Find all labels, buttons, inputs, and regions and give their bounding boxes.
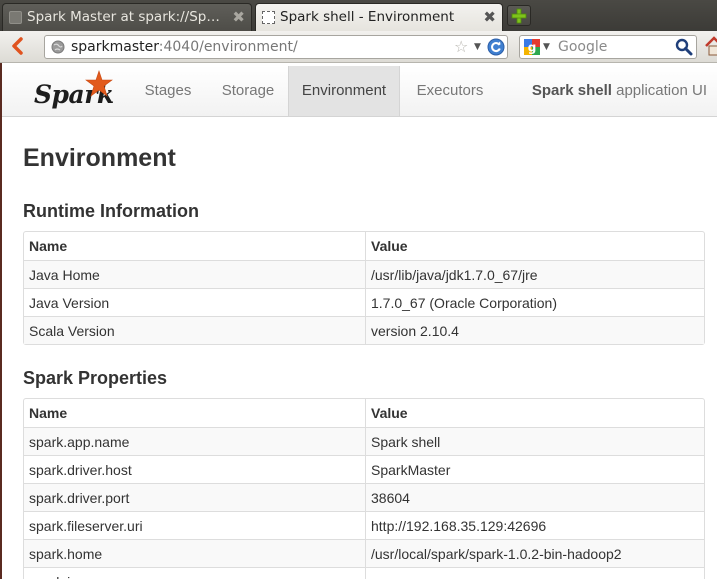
table-row: spark.home/usr/local/spark/spark-1.0.2-b… bbox=[24, 539, 704, 567]
url-host: sparkmaster bbox=[71, 39, 159, 55]
table-row: spark.fileserver.uri http://192.168.35.12… bbox=[24, 511, 704, 539]
cell-name: spark.driver.host bbox=[24, 455, 365, 483]
new-tab-button[interactable] bbox=[507, 5, 531, 26]
cell-value: http://192.168.35.129:42696 bbox=[365, 511, 704, 539]
search-input[interactable]: Google bbox=[558, 36, 607, 58]
column-header-value[interactable]: Value bbox=[365, 399, 704, 427]
table-row: Scala Version version 2.10.4 bbox=[24, 316, 704, 344]
application-name: Spark shell application UI bbox=[532, 66, 707, 116]
app-name-suffix: application UI bbox=[611, 82, 707, 99]
column-header-value[interactable]: Value bbox=[365, 232, 704, 260]
tab-title: Spark shell - Environment bbox=[280, 9, 455, 25]
blank-page-icon bbox=[262, 11, 275, 24]
cell-value: 1.7.0_67 (Oracle Corporation) bbox=[365, 288, 704, 316]
runtime-information-heading: Runtime Information bbox=[23, 201, 199, 221]
url-bar[interactable]: sparkmaster:4040/environment/ ☆ ▼ bbox=[44, 35, 508, 59]
spark-logo[interactable]: Spark bbox=[32, 70, 116, 114]
nav-executors[interactable]: Executors bbox=[400, 66, 500, 116]
cell-name: Java Home bbox=[24, 260, 365, 288]
svg-text:g: g bbox=[528, 41, 537, 55]
engine-dropdown-icon[interactable]: ▼ bbox=[543, 36, 550, 58]
tab-title: Spark Master at spark://SparkMaster:7077 bbox=[27, 9, 225, 25]
history-dropdown-icon[interactable]: ▼ bbox=[474, 36, 481, 58]
table-row: Java Home/usr/lib/java/jdk1.7.0_67/jre bbox=[24, 260, 704, 288]
bookmark-star-icon[interactable]: ☆ bbox=[454, 37, 468, 57]
nav-storage[interactable]: Storage bbox=[208, 66, 288, 116]
search-icon[interactable] bbox=[675, 38, 693, 56]
cell-value: Spark shell bbox=[365, 427, 704, 455]
table-header-row: Name Value bbox=[24, 399, 704, 427]
spark-properties-table: Name Value spark.app.name Spark shell spar… bbox=[23, 398, 705, 579]
home-icon[interactable] bbox=[704, 35, 717, 57]
cell-name: spark.driver.port bbox=[24, 483, 365, 511]
runtime-information-table: Name Value Java Home/usr/lib/java/jdk1.7… bbox=[23, 231, 705, 345]
table-row: Java Version 1.7.0_67 (Oracle Corporation… bbox=[24, 288, 704, 316]
cell-name: spark.app.name bbox=[24, 427, 365, 455]
cell-name: Scala Version bbox=[24, 316, 365, 344]
spark-star-icon bbox=[85, 70, 113, 97]
cell-name: spark.home bbox=[24, 539, 365, 567]
table-row: spark.driver.host SparkMaster bbox=[24, 455, 704, 483]
close-tab-icon[interactable]: ✖ bbox=[232, 4, 245, 30]
page-viewport: Spark Stages Storage Environment Executo… bbox=[0, 63, 717, 579]
plus-icon bbox=[511, 8, 527, 24]
back-arrow-icon bbox=[12, 37, 23, 55]
close-tab-icon[interactable]: ✖ bbox=[483, 4, 496, 30]
page-title: Environment bbox=[23, 144, 176, 172]
cell-value bbox=[365, 567, 704, 579]
tab-strip: Spark Master at spark://SparkMaster:7077… bbox=[0, 0, 717, 31]
cell-name: spark.jars bbox=[24, 567, 365, 579]
table-row: spark.driver.port 38604 bbox=[24, 483, 704, 511]
cell-value: /usr/lib/java/jdk1.7.0_67/jre bbox=[365, 260, 704, 288]
cell-value: 38604 bbox=[365, 483, 704, 511]
table-row: spark.app.name Spark shell bbox=[24, 427, 704, 455]
column-header-name[interactable]: Name bbox=[24, 232, 365, 260]
table-row: spark.jars bbox=[24, 567, 704, 579]
globe-icon bbox=[51, 40, 65, 54]
navigation-toolbar: sparkmaster:4040/environment/ ☆ ▼ g ▼ Go… bbox=[0, 31, 717, 63]
url-text[interactable]: sparkmaster:4040/environment/ bbox=[71, 36, 298, 58]
cell-name: spark.fileserver.uri bbox=[24, 511, 365, 539]
cell-value: version 2.10.4 bbox=[365, 316, 704, 344]
google-engine-icon[interactable]: g bbox=[524, 39, 540, 55]
reload-icon[interactable] bbox=[487, 38, 505, 56]
tab-spark-master[interactable]: Spark Master at spark://SparkMaster:7077… bbox=[2, 3, 252, 31]
url-path: :4040/environment/ bbox=[158, 39, 298, 55]
tab-spark-shell-environment[interactable]: Spark shell - Environment ✖ bbox=[255, 3, 503, 31]
cell-name: Java Version bbox=[24, 288, 365, 316]
search-bar[interactable]: g ▼ Google bbox=[519, 35, 697, 59]
nav-stages[interactable]: Stages bbox=[130, 66, 206, 116]
app-name-bold: Spark shell bbox=[531, 82, 612, 99]
spark-navbar: Spark Stages Storage Environment Executo… bbox=[2, 66, 717, 117]
spark-properties-heading: Spark Properties bbox=[23, 368, 168, 388]
page-favicon-icon bbox=[9, 11, 22, 24]
cell-value: SparkMaster bbox=[365, 455, 704, 483]
nav-environment[interactable]: Environment bbox=[288, 66, 400, 116]
cell-value: /usr/local/spark/spark-1.0.2-bin-hadoop2 bbox=[365, 539, 704, 567]
column-header-name[interactable]: Name bbox=[24, 399, 365, 427]
table-header-row: Name Value bbox=[24, 232, 704, 260]
back-button[interactable] bbox=[6, 34, 28, 58]
